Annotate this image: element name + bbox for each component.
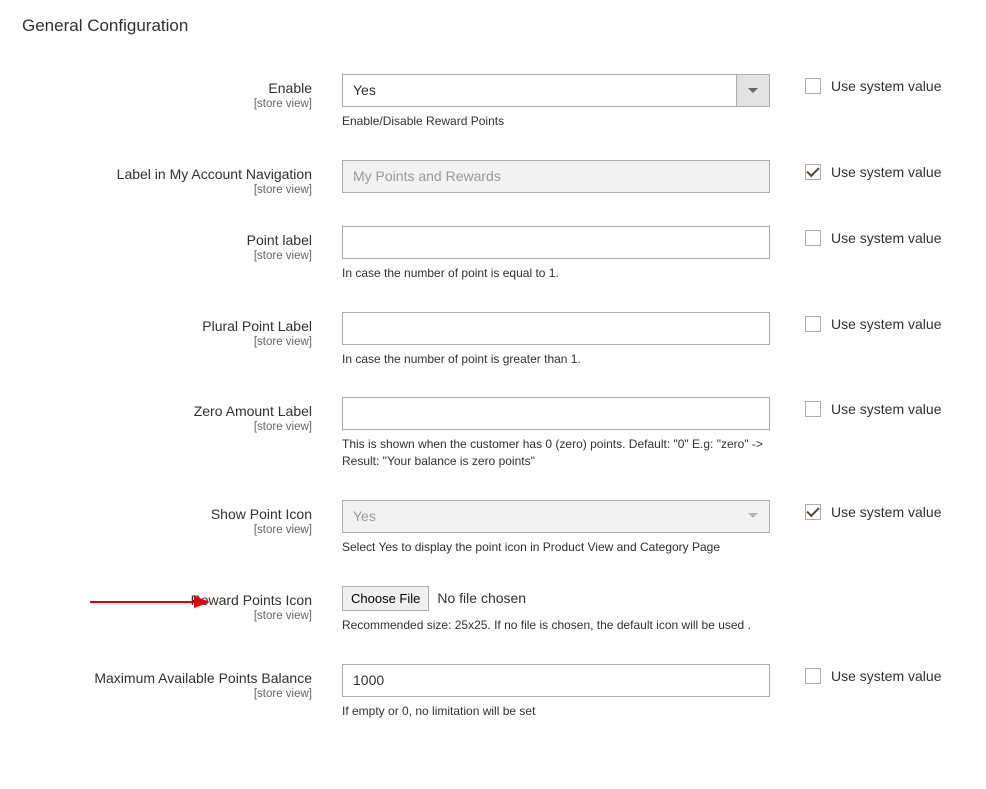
- enable-note: Enable/Disable Reward Points: [342, 113, 770, 130]
- account-nav-label-label: Label in My Account Navigation: [0, 166, 312, 182]
- use-system-label: Use system value: [831, 316, 941, 332]
- point-label-input[interactable]: [342, 226, 770, 259]
- enable-select-value: Yes: [343, 75, 736, 106]
- point-label-label: Point label: [0, 232, 312, 248]
- max-points-use-system-checkbox[interactable]: [805, 668, 821, 684]
- use-system-label: Use system value: [831, 401, 941, 417]
- enable-use-system-checkbox[interactable]: [805, 78, 821, 94]
- zero-amount-label-input[interactable]: [342, 397, 770, 430]
- enable-scope: [store view]: [0, 98, 312, 110]
- enable-label: Enable: [0, 80, 312, 96]
- use-system-label: Use system value: [831, 164, 941, 180]
- account-nav-scope: [store view]: [0, 184, 312, 196]
- field-show-point-icon: Show Point Icon [store view] Yes Select …: [0, 500, 986, 556]
- show-point-icon-label: Show Point Icon: [0, 506, 312, 522]
- file-status-text: No file chosen: [437, 590, 526, 606]
- field-point-label: Point label [store view] In case the num…: [0, 226, 986, 282]
- point-label-note: In case the number of point is equal to …: [342, 265, 770, 282]
- field-reward-points-icon: Reward Points Icon [store view] Choose F…: [0, 586, 986, 634]
- plural-point-label-label: Plural Point Label: [0, 318, 312, 334]
- point-label-use-system-checkbox[interactable]: [805, 230, 821, 246]
- use-system-label: Use system value: [831, 78, 941, 94]
- chevron-down-icon: [736, 501, 769, 532]
- use-system-label: Use system value: [831, 504, 941, 520]
- show-point-icon-note: Select Yes to display the point icon in …: [342, 539, 770, 556]
- chevron-down-icon: [736, 75, 769, 106]
- choose-file-button[interactable]: Choose File: [342, 586, 429, 611]
- account-nav-label-input: [342, 160, 770, 193]
- plural-point-label-input[interactable]: [342, 312, 770, 345]
- plural-point-scope: [store view]: [0, 336, 312, 348]
- field-plural-point-label: Plural Point Label [store view] In case …: [0, 312, 986, 368]
- use-system-label: Use system value: [831, 230, 941, 246]
- show-point-icon-select: Yes: [342, 500, 770, 533]
- show-point-icon-use-system-checkbox[interactable]: [805, 504, 821, 520]
- reward-points-icon-scope: [store view]: [0, 610, 312, 622]
- section-title: General Configuration: [0, 16, 986, 44]
- reward-points-icon-label: Reward Points Icon: [0, 592, 312, 608]
- enable-select[interactable]: Yes: [342, 74, 770, 107]
- field-max-points-balance: Maximum Available Points Balance [store …: [0, 664, 986, 720]
- zero-amount-scope: [store view]: [0, 421, 312, 433]
- zero-amount-label-note: This is shown when the customer has 0 (z…: [342, 436, 770, 470]
- field-account-nav-label: Label in My Account Navigation [store vi…: [0, 160, 986, 196]
- plural-point-label-note: In case the number of point is greater t…: [342, 351, 770, 368]
- max-points-balance-input[interactable]: [342, 664, 770, 697]
- max-points-scope: [store view]: [0, 688, 312, 700]
- max-points-balance-label: Maximum Available Points Balance: [0, 670, 312, 686]
- show-point-icon-scope: [store view]: [0, 524, 312, 536]
- account-nav-use-system-checkbox[interactable]: [805, 164, 821, 180]
- reward-points-icon-note: Recommended size: 25x25. If no file is c…: [342, 617, 770, 634]
- field-zero-amount-label: Zero Amount Label [store view] This is s…: [0, 397, 986, 470]
- zero-amount-label-label: Zero Amount Label: [0, 403, 312, 419]
- use-system-label: Use system value: [831, 668, 941, 684]
- plural-point-use-system-checkbox[interactable]: [805, 316, 821, 332]
- point-label-scope: [store view]: [0, 250, 312, 262]
- field-enable: Enable [store view] Yes Enable/Disable R…: [0, 74, 986, 130]
- show-point-icon-value: Yes: [343, 501, 736, 532]
- zero-amount-use-system-checkbox[interactable]: [805, 401, 821, 417]
- max-points-balance-note: If empty or 0, no limitation will be set: [342, 703, 770, 720]
